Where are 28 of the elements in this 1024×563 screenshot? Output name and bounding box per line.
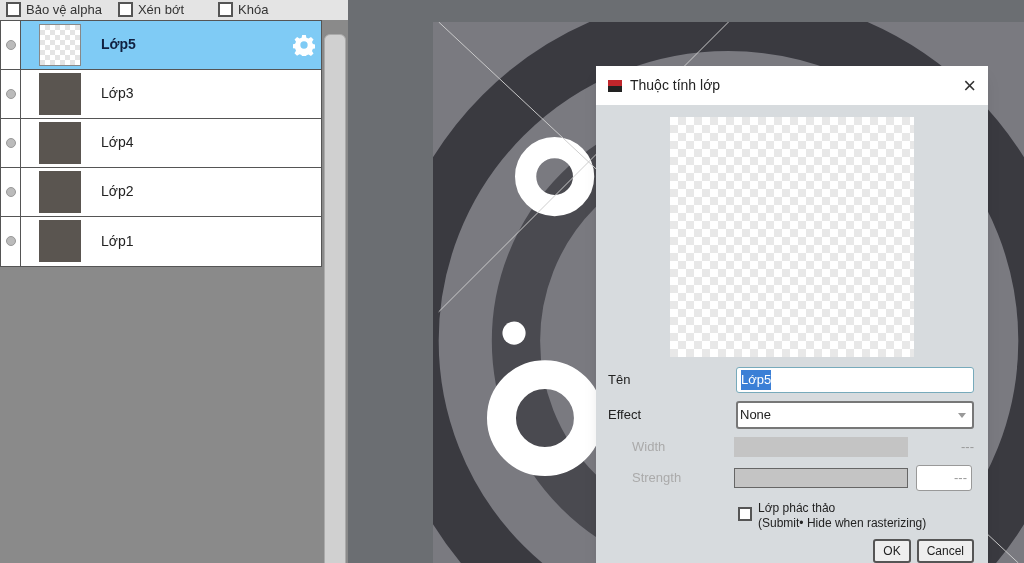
transparent-thumbnail (39, 23, 81, 66)
photo-placeholder (39, 121, 81, 164)
layer-item[interactable]: Lớp5 (21, 20, 321, 69)
name-label: Tên (608, 371, 632, 390)
photo-placeholder (39, 220, 81, 262)
effect-label: Effect (608, 406, 642, 425)
option-label: Xén bớt (137, 1, 184, 19)
ok-button[interactable]: OK (873, 539, 911, 563)
scrollbar[interactable] (324, 33, 346, 563)
checkbox[interactable] (6, 2, 21, 18)
caret-icon (958, 412, 966, 418)
draft-layer-note: (Submit• Hide when rasterizing) (758, 516, 927, 531)
checkbox[interactable] (218, 2, 233, 18)
effect-dropdown[interactable]: None (736, 401, 974, 429)
draft-layer-label: Lớp phác thảo (758, 501, 837, 516)
photo-placeholder (39, 170, 81, 213)
checkbox[interactable] (738, 507, 752, 521)
option-label: Khóa (238, 1, 269, 19)
cancel-button[interactable]: Cancel (916, 539, 974, 563)
checkbox[interactable] (117, 2, 133, 18)
close-button[interactable]: × (963, 74, 976, 97)
dialog-title: Thuộc tính lớp (630, 76, 721, 96)
photo-placeholder (39, 72, 81, 115)
gear-icon[interactable] (293, 33, 315, 56)
app-icon (608, 79, 622, 92)
name-input[interactable]: Lớp5 (736, 367, 974, 393)
option-label: Bảo vệ alpha (26, 1, 102, 19)
width-value: --- (961, 438, 974, 457)
